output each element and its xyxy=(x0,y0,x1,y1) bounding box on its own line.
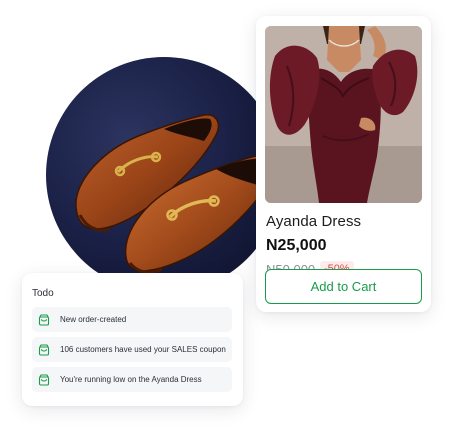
shopping-bag-icon xyxy=(38,343,50,356)
shopping-bag-icon xyxy=(38,313,50,326)
promo-stage: Ayanda Dress N25,000 N50,000 -50% Add to… xyxy=(0,0,450,430)
shopping-bag-icon xyxy=(38,373,50,386)
todo-item[interactable]: New order-created xyxy=(32,307,232,332)
loafers-illustration xyxy=(75,114,276,274)
product-card[interactable]: Ayanda Dress N25,000 N50,000 -50% Add to… xyxy=(256,16,431,312)
dress-photo[interactable] xyxy=(265,26,422,203)
todo-item-text: New order-created xyxy=(60,315,127,324)
todo-card: Todo New order-created 106 customers hav… xyxy=(22,273,243,406)
todo-title: Todo xyxy=(32,288,54,299)
todo-item-text: You're running low on the Ayanda Dress xyxy=(60,375,202,384)
dress-illustration xyxy=(265,26,422,203)
todo-item-text: 106 customers have used your SALES coupo… xyxy=(60,345,226,354)
todo-item[interactable]: You're running low on the Ayanda Dress xyxy=(32,367,232,392)
product-name: Ayanda Dress xyxy=(266,213,362,230)
product-price: N25,000 xyxy=(266,237,327,254)
add-to-cart-button[interactable]: Add to Cart xyxy=(265,269,422,304)
loafers-photo xyxy=(46,57,282,293)
todo-item[interactable]: 106 customers have used your SALES coupo… xyxy=(32,337,232,362)
